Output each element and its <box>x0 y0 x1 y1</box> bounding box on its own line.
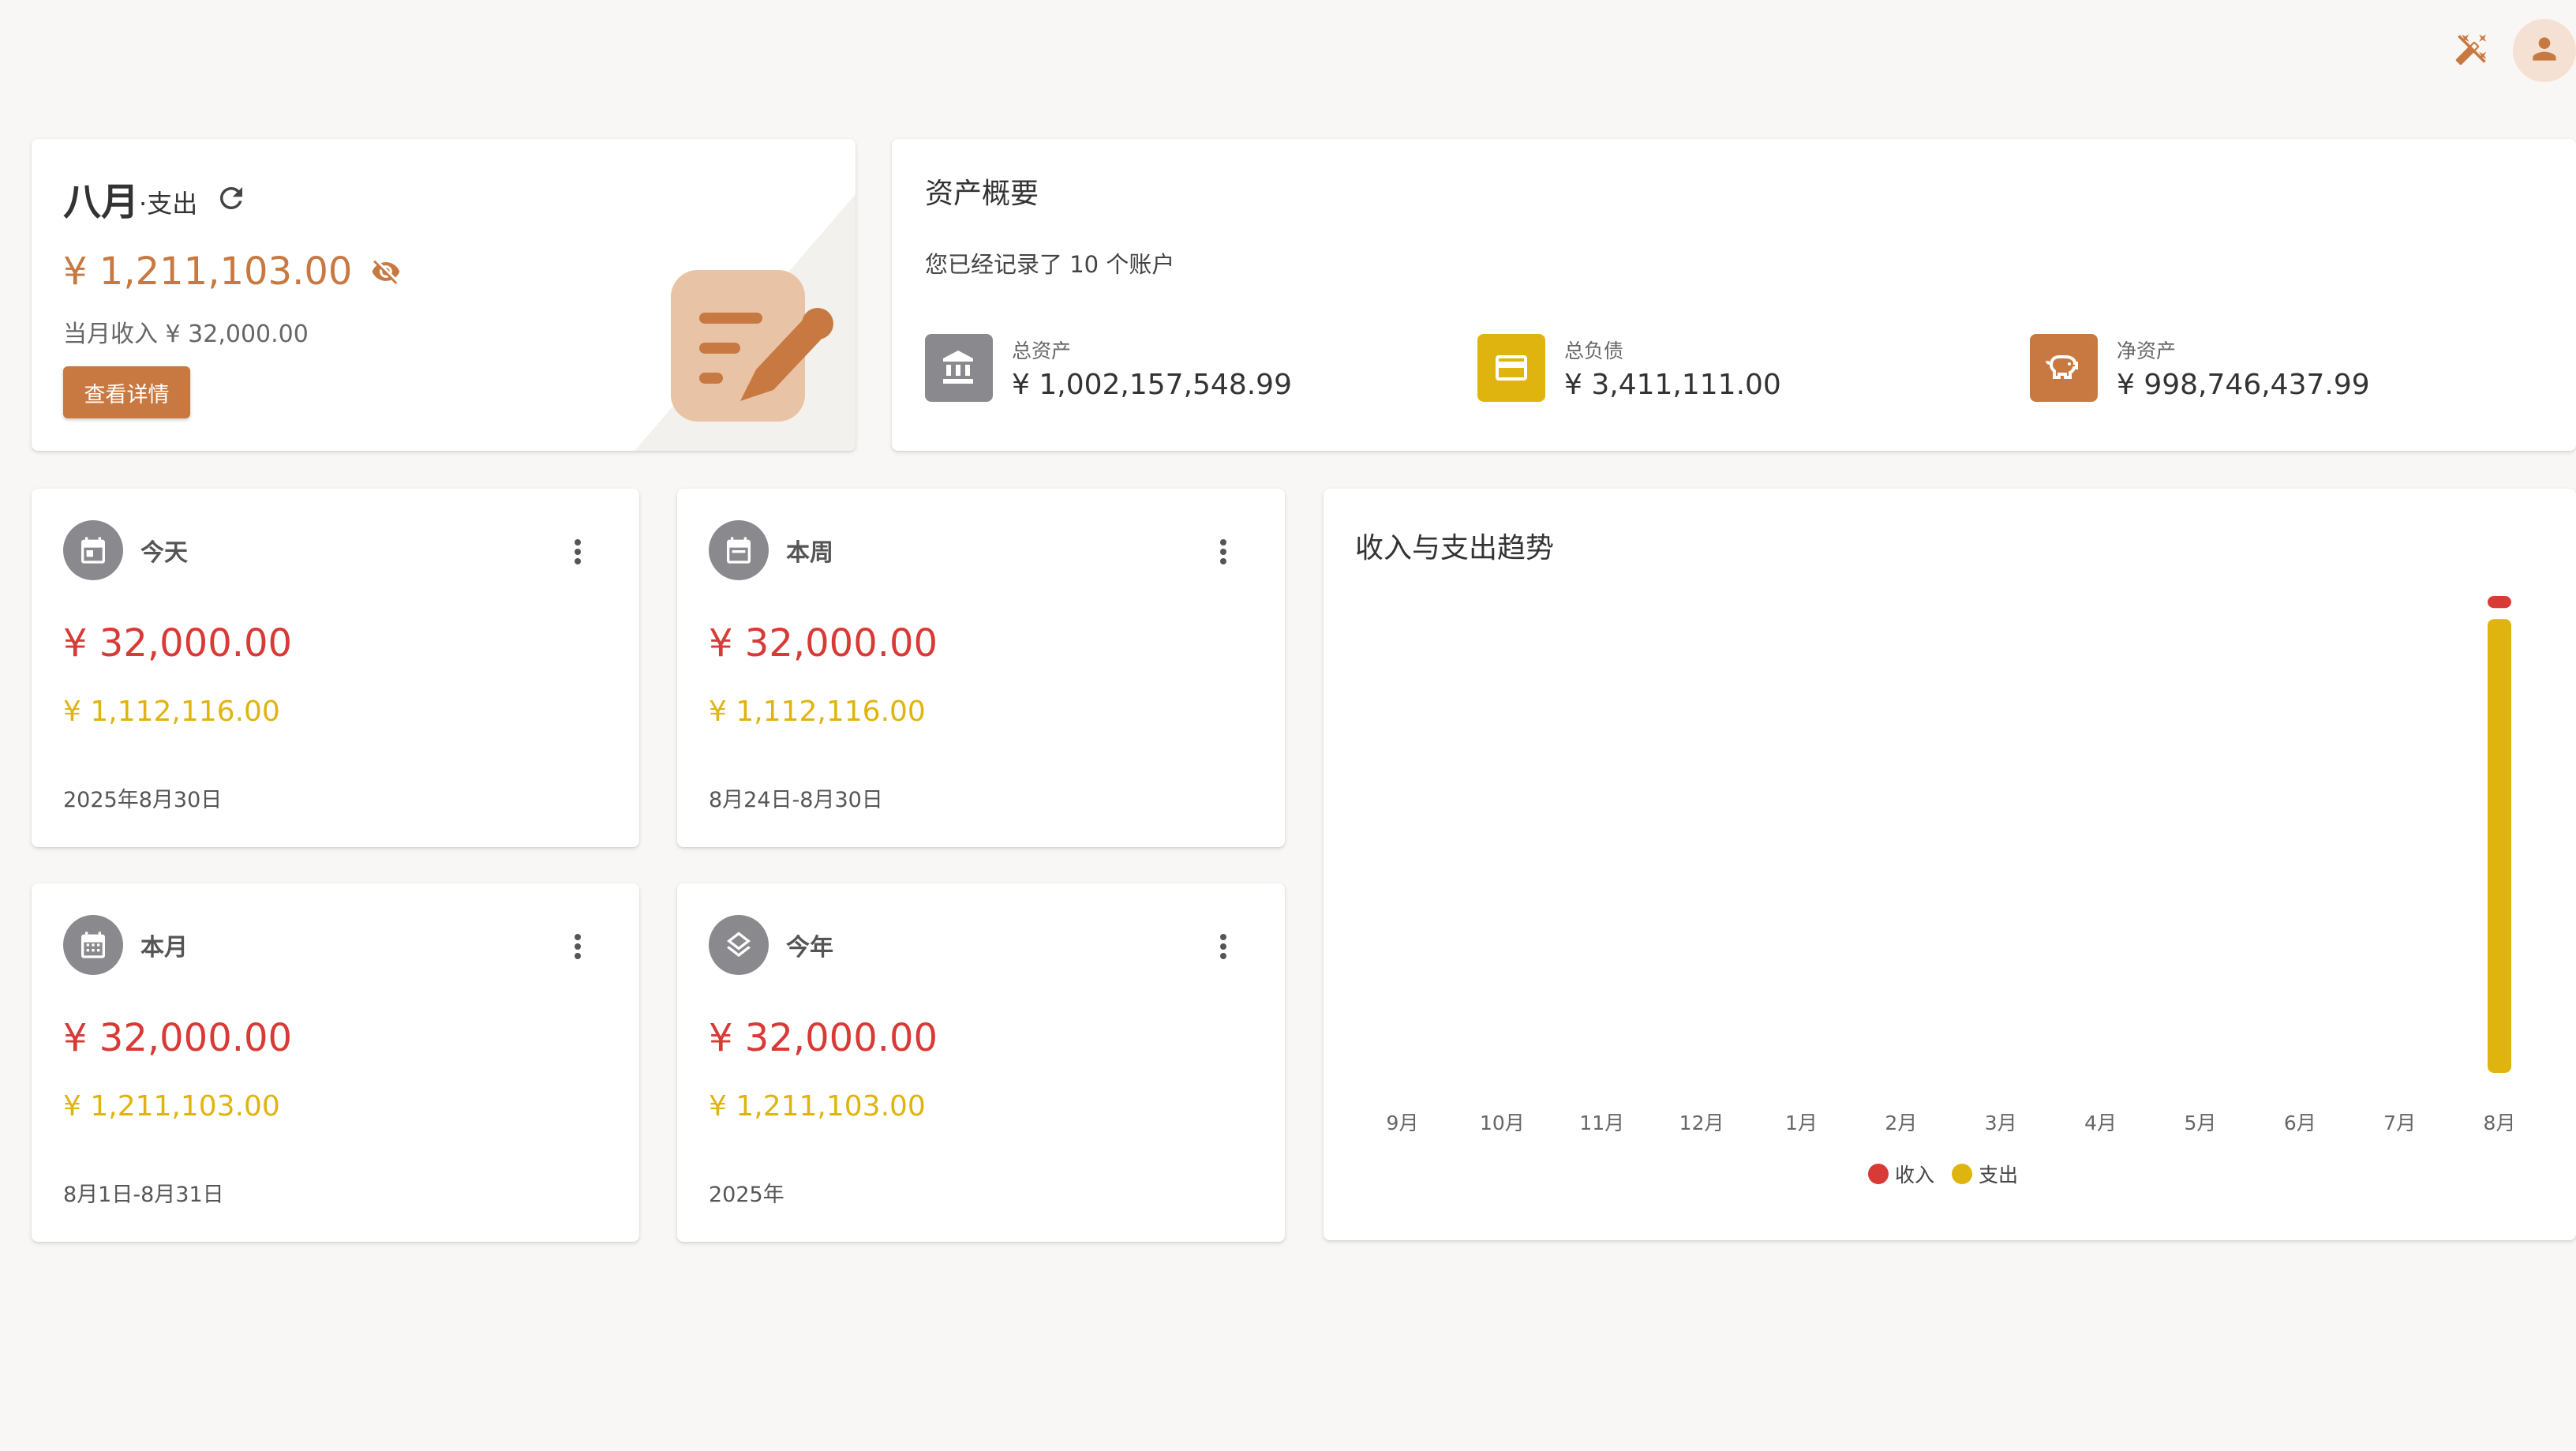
refresh-icon[interactable] <box>215 182 248 215</box>
theme-toggle-button[interactable] <box>2450 28 2494 73</box>
year-expense: ¥ 1,211,103.00 <box>709 1090 926 1123</box>
legend-expense-swatch <box>1952 1164 1973 1184</box>
total-assets-item: 总资产 ¥ 1,002,157,548.99 <box>925 334 1292 402</box>
x-tick-label: 4月 <box>2084 1112 2117 1134</box>
today-title: 今天 <box>140 539 188 567</box>
asset-overview-card: 资产概要 您已经记录了 10 个账户 总资产 ¥ 1,002,157,548.9… <box>892 139 2576 451</box>
income-expense-trend-card: 收入与支出趋势 9月 10月 11月 12月 1月 2月 3月 4月 5月 6月 7月 8月 收入 支… <box>1324 489 2576 1240</box>
today-expense: ¥ 1,112,116.00 <box>63 696 280 728</box>
month-expense-amount: ¥ 1,211,103.00 <box>63 249 353 294</box>
calendar-today-icon <box>63 520 123 580</box>
week-income: ¥ 32,000.00 <box>709 621 938 666</box>
week-title: 本周 <box>786 539 833 567</box>
x-tick-label: 7月 <box>2383 1112 2416 1134</box>
person-icon <box>2527 32 2562 69</box>
x-tick-label: 1月 <box>1785 1112 1818 1134</box>
calendar-month-icon <box>63 915 123 975</box>
month-expense: ¥ 1,211,103.00 <box>63 1090 280 1123</box>
chart-legend: 收入 支出 <box>1868 1160 2035 1188</box>
theme-toggle-icon <box>2454 32 2489 69</box>
legend-income[interactable]: 收入 <box>1868 1160 1934 1188</box>
week-expense: ¥ 1,112,116.00 <box>709 696 926 728</box>
layers-icon <box>709 915 769 975</box>
income-bar[interactable] <box>2488 596 2511 609</box>
month-expense-card: 八月 ·支出 ¥ 1,211,103.00 当月收入 ¥ 32,000.00 查… <box>32 139 856 451</box>
x-tick-label: 5月 <box>2184 1112 2216 1134</box>
year-stat-card: 今年 ¥ 32,000.00 ¥ 1,211,103.00 2025年 <box>677 883 1285 1242</box>
net-assets-value: ¥ 998,746,437.99 <box>2117 368 2370 401</box>
view-details-button[interactable]: 查看详情 <box>63 366 190 418</box>
month-income: ¥ 32,000.00 <box>63 1016 293 1060</box>
more-vert-icon[interactable] <box>1209 931 1237 962</box>
credit-card-icon <box>1477 334 1545 402</box>
more-vert-icon[interactable] <box>564 931 592 962</box>
x-tick-label: 3月 <box>1985 1112 2017 1134</box>
x-tick-label: 2月 <box>1885 1112 1917 1134</box>
total-liabilities-item: 总负债 ¥ 3,411,111.00 <box>1477 334 1781 402</box>
piggy-bank-icon <box>2030 334 2098 402</box>
month-card-title: 八月 ·支出 <box>63 171 248 226</box>
total-liabilities-value: ¥ 3,411,111.00 <box>1564 368 1781 401</box>
x-tick-label: 10月 <box>1480 1112 1525 1134</box>
year-income: ¥ 32,000.00 <box>709 1016 938 1060</box>
today-stat-card: 今天 ¥ 32,000.00 ¥ 1,112,116.00 2025年8月30日 <box>32 489 639 847</box>
month-stat-card: 本月 ¥ 32,000.00 ¥ 1,211,103.00 8月1日-8月31日 <box>32 883 639 1242</box>
expense-bar[interactable] <box>2488 619 2511 1073</box>
month-name: 八月 <box>63 180 140 224</box>
total-assets-label: 总资产 <box>1012 339 1072 362</box>
week-date: 8月24日-8月30日 <box>709 788 883 812</box>
legend-expense[interactable]: 支出 <box>1952 1160 2018 1188</box>
bank-icon <box>925 334 993 402</box>
today-date: 2025年8月30日 <box>63 788 223 812</box>
trend-chart: 9月 10月 11月 12月 1月 2月 3月 4月 5月 6月 7月 8月 <box>1387 596 2516 1134</box>
month-income-text: 当月收入 ¥ 32,000.00 <box>63 321 309 348</box>
week-stat-card: 本周 ¥ 32,000.00 ¥ 1,112,116.00 8月24日-8月30… <box>677 489 1285 847</box>
total-liabilities-label: 总负债 <box>1564 339 1624 362</box>
legend-expense-label: 支出 <box>1979 1164 2019 1187</box>
x-tick-label: 9月 <box>1387 1112 1419 1134</box>
month-expense-amount-row: ¥ 1,211,103.00 <box>63 249 401 294</box>
month-title: 本月 <box>140 934 188 962</box>
note-edit-icon <box>668 267 856 444</box>
x-tick-label: 11月 <box>1579 1112 1624 1134</box>
account-avatar-button[interactable] <box>2513 19 2576 82</box>
year-title: 今年 <box>786 934 833 962</box>
legend-income-label: 收入 <box>1895 1164 1935 1187</box>
month-type-label: ·支出 <box>139 189 198 219</box>
x-tick-label: 8月 <box>2484 1112 2516 1134</box>
year-date: 2025年 <box>709 1183 784 1207</box>
calendar-week-icon <box>709 520 769 580</box>
account-count-text: 您已经记录了 10 个账户 <box>925 251 1175 278</box>
today-income: ¥ 32,000.00 <box>63 621 293 666</box>
x-tick-label: 6月 <box>2284 1112 2316 1134</box>
month-date: 8月1日-8月31日 <box>63 1183 224 1207</box>
net-assets-label: 净资产 <box>2117 339 2177 362</box>
legend-income-swatch <box>1868 1164 1889 1184</box>
x-tick-label: 12月 <box>1679 1112 1724 1134</box>
more-vert-icon[interactable] <box>564 536 592 568</box>
net-assets-item: 净资产 ¥ 998,746,437.99 <box>2030 334 2370 402</box>
total-assets-value: ¥ 1,002,157,548.99 <box>1012 368 1292 401</box>
asset-overview-title: 资产概要 <box>925 178 1039 210</box>
more-vert-icon[interactable] <box>1209 536 1237 568</box>
visibility-off-icon[interactable] <box>371 257 401 287</box>
